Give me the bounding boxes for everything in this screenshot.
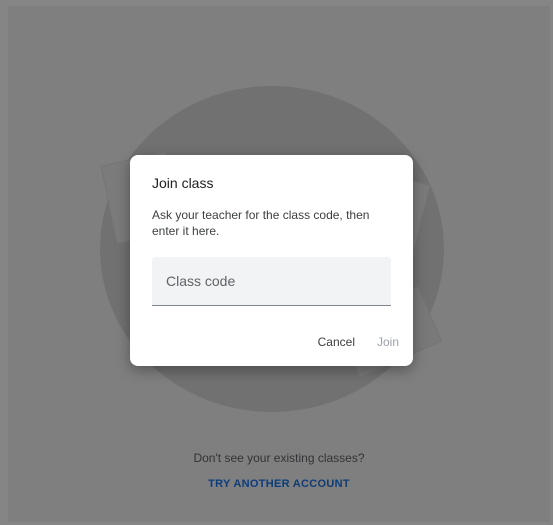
dialog-actions: Cancel Join (318, 335, 399, 349)
class-code-input[interactable] (152, 257, 391, 305)
dialog-title: Join class (152, 175, 214, 191)
dialog-description: Ask your teacher for the class code, the… (152, 208, 370, 238)
join-class-dialog: Join class Ask your teacher for the clas… (130, 155, 413, 366)
class-code-field[interactable] (152, 257, 391, 306)
cancel-button[interactable]: Cancel (318, 335, 355, 349)
join-button[interactable]: Join (377, 335, 399, 349)
